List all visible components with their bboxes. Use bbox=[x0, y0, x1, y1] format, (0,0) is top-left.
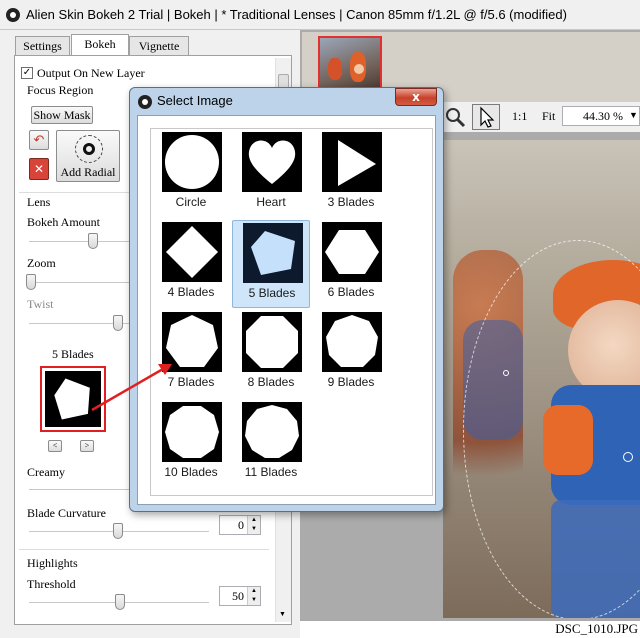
triangle-icon bbox=[338, 140, 376, 186]
pentagon-icon bbox=[54, 378, 90, 420]
threshold-input[interactable]: 50 ▲ ▼ bbox=[219, 586, 261, 606]
bokeh-amount-label: Bokeh Amount bbox=[27, 215, 101, 229]
app-icon bbox=[6, 8, 20, 22]
divider bbox=[19, 549, 269, 550]
tab-vignette[interactable]: Vignette bbox=[129, 36, 189, 56]
shape-grid: Circle Heart 3 Blades 4 Blades 5 Blades … bbox=[150, 128, 433, 496]
highlights-heading: Highlights bbox=[27, 556, 78, 570]
shape-item-heart[interactable]: Heart bbox=[232, 130, 310, 218]
pointer-tool-button[interactable] bbox=[472, 104, 500, 130]
next-shape-button[interactable]: > bbox=[80, 440, 94, 452]
spin-down-icon[interactable]: ▼ bbox=[247, 596, 260, 605]
output-new-layer-label: Output On New Layer bbox=[37, 66, 145, 80]
output-new-layer-checkbox[interactable]: ✓ bbox=[21, 67, 33, 79]
image-canvas[interactable] bbox=[443, 140, 640, 618]
heptagon-icon bbox=[166, 315, 218, 367]
shape-item-9-blades[interactable]: 9 Blades bbox=[312, 310, 390, 398]
undo-icon[interactable]: ↶ bbox=[29, 130, 49, 150]
twist-label: Twist bbox=[27, 297, 54, 311]
zoom-fit-button[interactable]: Fit bbox=[542, 109, 555, 124]
spin-up-icon[interactable]: ▲ bbox=[247, 587, 260, 596]
zoom-label: Zoom bbox=[27, 256, 56, 270]
blade-curvature-slider[interactable] bbox=[113, 523, 123, 539]
filename-label: DSC_1010.JPG bbox=[555, 621, 638, 636]
shape-item-5-blades[interactable]: 5 Blades bbox=[232, 220, 310, 308]
scroll-down-icon[interactable]: ▼ bbox=[279, 610, 286, 618]
delete-icon[interactable]: ✕ bbox=[29, 158, 49, 180]
add-radial-button[interactable]: Add Radial bbox=[56, 130, 120, 182]
close-icon[interactable]: x bbox=[395, 88, 437, 106]
bokeh-amount-track[interactable] bbox=[29, 241, 139, 243]
shape-item-11-blades[interactable]: 11 Blades bbox=[232, 400, 310, 488]
status-bar: DSC_1010.JPG bbox=[300, 620, 640, 638]
octagon-icon bbox=[246, 316, 298, 368]
title-bar: Alien Skin Bokeh 2 Trial | Bokeh | * Tra… bbox=[0, 0, 640, 30]
decagon-icon bbox=[165, 406, 219, 458]
focus-region-heading: Focus Region bbox=[27, 83, 94, 97]
magnifier-icon[interactable] bbox=[444, 106, 466, 128]
focus-handle[interactable] bbox=[623, 452, 633, 462]
diamond-icon bbox=[166, 226, 218, 278]
zoom-1to1-button[interactable]: 1:1 bbox=[512, 109, 527, 124]
focus-handle[interactable] bbox=[503, 370, 509, 376]
blade-curvature-label: Blade Curvature bbox=[27, 506, 106, 520]
shape-preview[interactable] bbox=[45, 371, 101, 427]
twist-slider[interactable] bbox=[113, 315, 123, 331]
shape-item-circle[interactable]: Circle bbox=[152, 130, 230, 218]
creamy-label: Creamy bbox=[27, 465, 65, 479]
prev-shape-button[interactable]: < bbox=[48, 440, 62, 452]
threshold-label: Threshold bbox=[27, 577, 76, 591]
shape-label: 5 Blades bbox=[52, 347, 94, 361]
circle-icon bbox=[165, 135, 219, 189]
zoom-select[interactable]: 44.30 % ▼ bbox=[562, 106, 640, 126]
shape-preview-highlight bbox=[40, 366, 106, 432]
zoom-slider[interactable] bbox=[26, 274, 36, 290]
shape-item-4-blades[interactable]: 4 Blades bbox=[152, 220, 230, 308]
shape-item-3-blades[interactable]: 3 Blades bbox=[312, 130, 390, 218]
dialog-icon bbox=[138, 95, 152, 109]
show-mask-button[interactable]: Show Mask bbox=[31, 106, 93, 124]
chevron-down-icon: ▼ bbox=[629, 110, 638, 120]
shape-item-7-blades[interactable]: 7 Blades bbox=[152, 310, 230, 398]
window-title: Alien Skin Bokeh 2 Trial | Bokeh | * Tra… bbox=[26, 7, 567, 22]
hendecagon-icon bbox=[245, 405, 299, 458]
heart-icon bbox=[248, 140, 296, 184]
bokeh-amount-slider[interactable] bbox=[88, 233, 98, 249]
shape-item-8-blades[interactable]: 8 Blades bbox=[232, 310, 310, 398]
shape-item-10-blades[interactable]: 10 Blades bbox=[152, 400, 230, 488]
zoom-track[interactable] bbox=[29, 282, 139, 284]
radial-icon bbox=[75, 135, 103, 163]
hexagon-icon bbox=[325, 230, 379, 274]
cursor-icon bbox=[480, 106, 495, 128]
add-radial-label: Add Radial bbox=[60, 165, 116, 179]
lens-heading: Lens bbox=[27, 195, 51, 209]
threshold-slider[interactable] bbox=[115, 594, 125, 610]
spin-up-icon[interactable]: ▲ bbox=[247, 516, 260, 525]
dialog-body: Circle Heart 3 Blades 4 Blades 5 Blades … bbox=[137, 115, 436, 505]
tab-bokeh[interactable]: Bokeh bbox=[71, 34, 129, 56]
select-image-dialog: Select Image x Circle Heart 3 Blades 4 B… bbox=[129, 87, 444, 512]
pentagon-icon bbox=[251, 231, 295, 275]
nonagon-icon bbox=[326, 315, 378, 367]
creamy-track[interactable] bbox=[29, 489, 139, 491]
shape-item-6-blades[interactable]: 6 Blades bbox=[312, 220, 390, 308]
blade-curvature-input[interactable]: 0 ▲ ▼ bbox=[219, 515, 261, 535]
spin-down-icon[interactable]: ▼ bbox=[247, 525, 260, 534]
tab-settings[interactable]: Settings bbox=[15, 36, 70, 56]
dialog-title: Select Image bbox=[157, 93, 233, 108]
